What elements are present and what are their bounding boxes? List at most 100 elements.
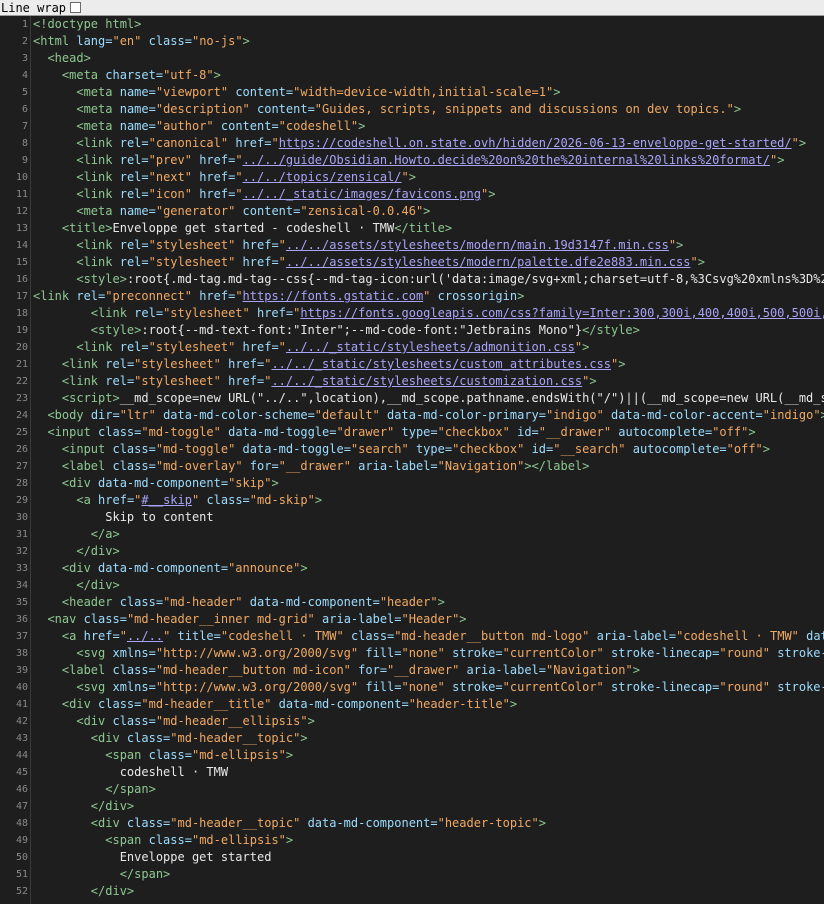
source-token-at: href= bbox=[199, 170, 236, 184]
line-number: 4 bbox=[21, 70, 28, 81]
source-token-at: rel= bbox=[119, 187, 149, 201]
source-token-str: "Navigation" bbox=[437, 459, 525, 473]
line-content: <link rel="prev" href="../../guide/Obsid… bbox=[33, 152, 784, 169]
source-token-tag: > bbox=[488, 187, 496, 201]
source-line: 9 <link rel="prev" href="../../guide/Obs… bbox=[0, 152, 824, 169]
source-link[interactable]: https://fonts.googleapis.com/css?family=… bbox=[300, 306, 824, 320]
line-wrap-checkbox[interactable] bbox=[70, 2, 82, 13]
source-token-tag: <a bbox=[61, 629, 84, 643]
source-token-at: href= bbox=[256, 306, 294, 320]
source-token-str: "__drawer" bbox=[387, 663, 467, 677]
source-link[interactable]: ../.. bbox=[127, 629, 163, 643]
source-token-str: "md-header__title" bbox=[141, 697, 279, 711]
source-link[interactable]: #__skip bbox=[141, 493, 192, 507]
source-token-at: type= bbox=[401, 425, 438, 439]
source-token-tag: <meta bbox=[76, 119, 120, 133]
line-content: <body dir="ltr" data-md-color-scheme="de… bbox=[33, 407, 824, 424]
source-line: 3 <head> bbox=[0, 50, 824, 67]
line-content: <label class="md-header__button md-icon"… bbox=[33, 662, 640, 679]
source-token-tag: > bbox=[733, 102, 742, 116]
line-content: <link rel="preconnect" href="https://fon… bbox=[33, 288, 524, 305]
source-token-str: " bbox=[163, 629, 178, 643]
source-token-tag: <title> bbox=[61, 221, 113, 235]
source-token-at: class= bbox=[206, 493, 250, 507]
source-line: 11 <link rel="icon" href="../../_static/… bbox=[0, 186, 824, 203]
source-token-tag: <link bbox=[33, 289, 77, 303]
source-token-at: href= bbox=[199, 187, 236, 201]
source-token-str: " bbox=[278, 238, 286, 252]
source-token-str: "prev" bbox=[148, 153, 200, 167]
source-token-str: "http://www.w3.org/2000/svg" bbox=[155, 646, 366, 660]
source-token-str: " bbox=[191, 493, 207, 507]
source-token-txt bbox=[33, 255, 76, 269]
source-link[interactable]: ../../_static/stylesheets/customization.… bbox=[271, 374, 582, 388]
source-line: 4 <meta charset="utf-8"> bbox=[0, 67, 824, 84]
line-content: <meta name="generator" content="zensical… bbox=[33, 203, 430, 220]
line-number: 24 bbox=[15, 410, 28, 421]
source-token-tag: > bbox=[777, 153, 785, 167]
source-link[interactable]: ../../topics/zensical/ bbox=[243, 170, 402, 184]
source-token-tag: <link bbox=[76, 153, 120, 167]
source-token-at: rel= bbox=[119, 136, 149, 150]
line-content: </div> bbox=[33, 543, 120, 560]
source-token-str: " bbox=[271, 136, 279, 150]
line-content: <a href="../.." title="codeshell · TMW" … bbox=[33, 628, 824, 645]
source-token-tag: <!doctype html> bbox=[33, 17, 142, 31]
source-line: 32 </div> bbox=[0, 543, 824, 560]
source-token-str: "md-header__inner md-grid" bbox=[126, 612, 323, 626]
source-token-tag: <input bbox=[47, 425, 99, 439]
source-line: 30 Skip to content bbox=[0, 509, 824, 526]
source-token-tag: <link bbox=[76, 170, 120, 184]
source-link[interactable]: https://fonts.gstatic.com bbox=[243, 289, 424, 303]
source-token-txt bbox=[33, 646, 76, 660]
source-token-at: title= bbox=[177, 629, 221, 643]
source-token-tag: <nav bbox=[47, 612, 84, 626]
source-token-tag: > bbox=[697, 255, 705, 269]
source-token-at: stroke-linecap= bbox=[611, 646, 720, 660]
source-token-tag: > bbox=[553, 85, 561, 99]
source-token-str: "search" bbox=[350, 442, 416, 456]
source-token-str: "round" bbox=[719, 680, 778, 694]
source-link[interactable]: ../../assets/stylesheets/modern/palette.… bbox=[286, 255, 691, 269]
source-link[interactable]: ../../_static/images/favicons.png bbox=[243, 187, 481, 201]
source-token-str: "stylesheet" bbox=[134, 374, 229, 388]
source-token-at: href= bbox=[228, 374, 265, 388]
source-link[interactable]: https://codeshell.on.state.ovh/hidden/20… bbox=[279, 136, 792, 150]
source-token-tag: </style> bbox=[582, 323, 640, 337]
source-token-at: rel= bbox=[134, 306, 164, 320]
source-token-at: content= bbox=[242, 204, 301, 218]
source-viewer[interactable]: 1 <!doctype html> 2 <html lang="en" class="… bbox=[0, 16, 824, 904]
source-token-str: "author" bbox=[155, 119, 221, 133]
source-token-tag: </div> bbox=[90, 884, 135, 898]
source-line: 21 <link rel="stylesheet" href="../../_s… bbox=[0, 356, 824, 373]
source-link[interactable]: ../../_static/stylesheets/admonition.css bbox=[286, 340, 575, 354]
line-number: 21 bbox=[15, 359, 28, 370]
source-token-at: class= bbox=[148, 34, 192, 48]
line-content: <link rel="stylesheet" href="../../asset… bbox=[33, 254, 705, 271]
source-link[interactable]: ../../assets/stylesheets/modern/main.19d… bbox=[286, 238, 669, 252]
line-wrap-label: Line wrap bbox=[1, 0, 67, 15]
source-line: 28 <div data-md-component="skip"> bbox=[0, 475, 824, 492]
source-token-tag: > bbox=[437, 595, 445, 609]
source-token-str: "codeshell · TMW" bbox=[676, 629, 807, 643]
source-token-txt bbox=[33, 459, 62, 473]
source-token-str: "md-skip" bbox=[249, 493, 315, 507]
source-line: 15 <link rel="stylesheet" href="../../as… bbox=[0, 254, 824, 271]
source-token-at: type= bbox=[415, 442, 453, 456]
source-token-tag: <svg bbox=[76, 646, 113, 660]
line-number: 46 bbox=[15, 784, 28, 795]
source-token-at: name= bbox=[119, 119, 156, 133]
source-token-tag: <link bbox=[61, 374, 106, 388]
source-token-tag: </div> bbox=[76, 544, 120, 558]
source-link[interactable]: ../../guide/Obsidian.Howto.decide%20on%2… bbox=[243, 153, 770, 167]
source-token-txt bbox=[33, 391, 62, 405]
source-link[interactable]: ../../_static/stylesheets/custom_attribu… bbox=[271, 357, 611, 371]
source-token-tag: > bbox=[300, 731, 308, 745]
source-token-at: stroke-linecap= bbox=[611, 680, 720, 694]
source-token-tag: > bbox=[762, 442, 771, 456]
source-line: 16 <style>:root{.md-tag.md-tag--css{--md… bbox=[0, 271, 824, 288]
source-token-txt bbox=[33, 136, 76, 150]
line-number: 41 bbox=[15, 699, 28, 710]
source-token-txt bbox=[33, 595, 62, 609]
source-token-at: rel= bbox=[76, 289, 106, 303]
